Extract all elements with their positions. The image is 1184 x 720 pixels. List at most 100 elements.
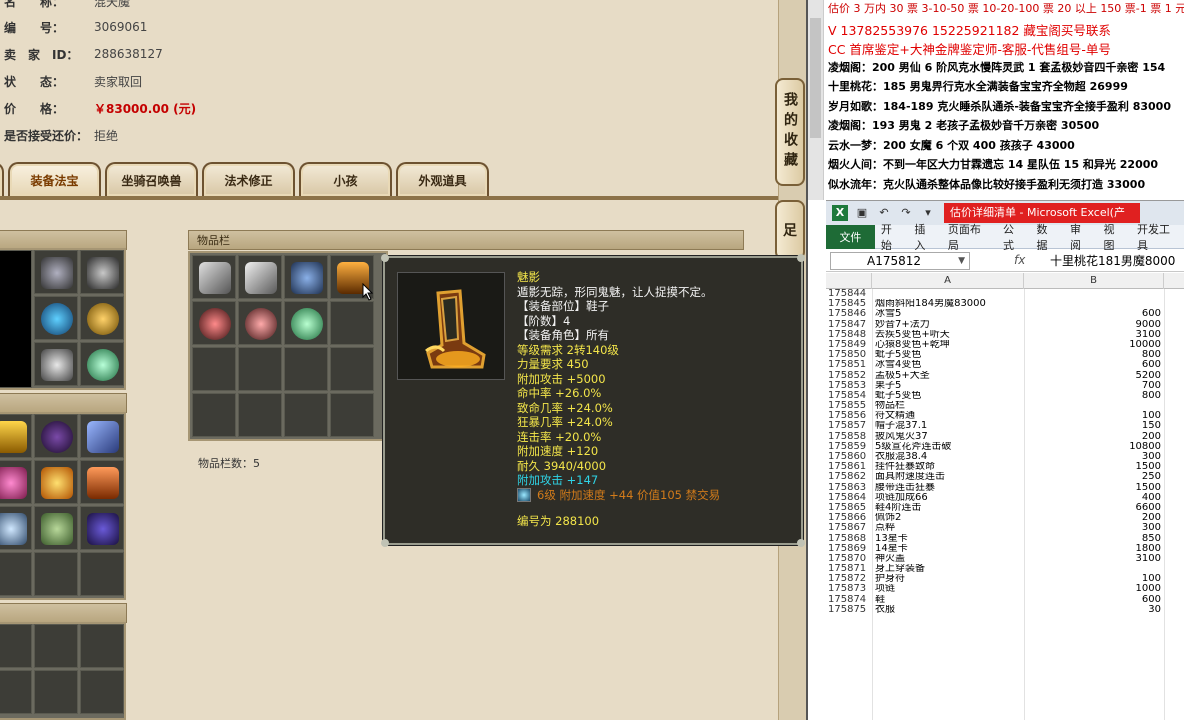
equip-slot[interactable] [80, 296, 124, 340]
table-row[interactable]: 175863 腰带连击狂暴 1500 [826, 482, 1184, 493]
pet-slot[interactable] [34, 552, 78, 596]
inventory-slot[interactable] [284, 393, 328, 437]
table-row[interactable]: 175857 帽子混37.1 150 [826, 421, 1184, 431]
pet-slot[interactable] [80, 414, 124, 458]
cell-item[interactable]: 项链 [875, 584, 1025, 594]
ribbon-tab-layout[interactable]: 页面布局 [942, 221, 997, 253]
misc-slot[interactable] [80, 670, 124, 714]
column-header-b[interactable]: B [1024, 273, 1164, 289]
tab-appearance[interactable]: 外观道具 [396, 162, 489, 196]
misc-slot[interactable] [0, 624, 32, 668]
cell-item[interactable]: 帽子混37.1 [875, 421, 1025, 431]
inventory-slot[interactable] [192, 255, 236, 299]
cell-price[interactable]: 600 [1026, 360, 1161, 370]
cell-item[interactable]: 冰雪4变色 [875, 360, 1025, 370]
table-row[interactable]: 175860 衣服混38.4 300 [826, 451, 1184, 462]
tab-role[interactable] [0, 162, 4, 196]
inventory-slot[interactable] [238, 393, 282, 437]
redo-icon[interactable]: ↷ [898, 205, 914, 221]
inventory-slot[interactable] [192, 393, 236, 437]
cell-price[interactable]: 200 [1026, 512, 1161, 523]
inventory-slot[interactable] [238, 347, 282, 391]
customize-toolbar-icon[interactable]: ▾ [920, 205, 936, 221]
table-row[interactable]: 175872 护身符 100 [826, 574, 1184, 584]
table-row[interactable]: 175871 身上穿装备 [826, 563, 1184, 574]
ribbon-tab-review[interactable]: 审阅 [1064, 221, 1098, 253]
cell-price[interactable]: 1500 [1026, 461, 1161, 472]
cell-item[interactable]: 护身符 [875, 574, 1025, 584]
row-number[interactable]: 175851 [828, 360, 872, 370]
table-row[interactable]: 175868 13星卡 850 [826, 533, 1184, 544]
cell-price[interactable]: 6600 [1026, 502, 1161, 513]
cell-item[interactable]: 衣服混38.4 [875, 452, 1025, 462]
fx-icon[interactable]: fx [1014, 253, 1025, 267]
cell-item[interactable]: 点粹 [875, 523, 1025, 533]
cell-item[interactable]: 冰雪5 [875, 309, 1025, 319]
cell-item[interactable]: 神火盖 [875, 554, 1025, 564]
cell-price[interactable]: 3100 [1026, 553, 1161, 564]
undo-icon[interactable]: ↶ [876, 205, 892, 221]
cell-item[interactable]: 佩饰2 [875, 513, 1025, 523]
cell-item[interactable]: 5级宣花斧连击破 [875, 442, 1025, 452]
cell-price[interactable]: 300 [1026, 523, 1161, 533]
doc-scroll-thumb[interactable] [810, 18, 821, 138]
save-icon[interactable]: ▣ [854, 205, 870, 221]
cell-price[interactable]: 600 [1026, 594, 1161, 605]
chevron-down-icon[interactable]: ▼ [958, 253, 965, 269]
equip-slot[interactable] [34, 342, 78, 386]
cell-item[interactable]: 孟极5+大圣 [875, 371, 1025, 381]
pet-slot[interactable] [0, 460, 32, 504]
cell-item[interactable]: 项链加成66 [875, 493, 1025, 503]
formula-input[interactable]: 十里桃花181男魔8000 [1050, 252, 1175, 269]
ribbon-tab-insert[interactable]: 插入 [908, 221, 942, 253]
table-row[interactable]: 175855 物品栏 [826, 400, 1184, 411]
table-row[interactable]: 175867 点粹 300 [826, 523, 1184, 533]
cell-item[interactable]: 蚍子5变色 [875, 391, 1025, 401]
row-number[interactable]: 175867 [828, 523, 872, 533]
table-row[interactable]: 175865 鞋4阶连击 6600 [826, 502, 1184, 513]
table-row[interactable]: 175875 衣服 30 [826, 604, 1184, 615]
table-row[interactable]: 175870 神火盖 3100 [826, 553, 1184, 564]
cell-price[interactable]: 1000 [1026, 584, 1161, 594]
table-row[interactable]: 175850 蚍子5变色 800 [826, 349, 1184, 360]
inventory-slot[interactable] [238, 255, 282, 299]
cell-item[interactable]: 物品栏 [875, 401, 1025, 411]
cell-item[interactable]: 心猿8变色+乾坤 [875, 340, 1025, 350]
cell-price[interactable]: 700 [1026, 380, 1161, 391]
cell-item[interactable]: 14星卡 [875, 544, 1025, 554]
cell-item[interactable]: 披风鬼火37 [875, 432, 1025, 442]
tab-spell-modify[interactable]: 法术修正 [202, 162, 295, 196]
inventory-slot[interactable] [330, 301, 374, 345]
equip-slot[interactable] [34, 296, 78, 340]
cell-item[interactable]: 腰带连击狂暴 [875, 483, 1025, 493]
cell-price[interactable]: 10000 [1026, 339, 1161, 350]
table-row[interactable]: 175854 蚍子5变色 800 [826, 390, 1184, 401]
equip-slot[interactable] [80, 250, 124, 294]
doc-scrollbar[interactable] [808, 0, 824, 200]
cell-price[interactable]: 800 [1026, 349, 1161, 360]
equip-slot[interactable] [34, 250, 78, 294]
inventory-slot[interactable] [284, 347, 328, 391]
inventory-slot[interactable] [284, 301, 328, 345]
cell-item[interactable]: 挂件狂暴致命 [875, 462, 1025, 472]
side-button-2[interactable]: 足 [775, 200, 805, 260]
table-row[interactable]: 175869 14星卡 1800 [826, 543, 1184, 554]
cell-item[interactable]: 符文精通 [875, 411, 1025, 421]
pet-slot[interactable] [0, 552, 32, 596]
pet-slot[interactable] [0, 506, 32, 550]
misc-slot[interactable] [0, 670, 32, 714]
column-header-a[interactable]: A [872, 273, 1024, 289]
cell-item[interactable]: 果子5 [875, 381, 1025, 391]
cell-item[interactable]: 妙音7+法力 [875, 320, 1025, 330]
cell-item[interactable]: 烟雨斜阳184男魔83000 [875, 299, 1025, 309]
cell-item[interactable]: 鞋4阶连击 [875, 503, 1025, 513]
my-favorites-button[interactable]: 我的收藏 [775, 78, 805, 186]
pet-slot[interactable] [80, 460, 124, 504]
table-row[interactable]: 175866 佩饰2 200 [826, 512, 1184, 523]
table-row[interactable]: 175846 冰雪5 600 [826, 309, 1184, 319]
cell-item[interactable]: 蚍子5变色 [875, 350, 1025, 360]
pet-slot[interactable] [34, 506, 78, 550]
table-row[interactable]: 175847 妙音7+法力 9000 [826, 319, 1184, 330]
table-row[interactable]: 175873 项链 1000 [826, 584, 1184, 594]
pet-slot[interactable] [0, 414, 32, 458]
